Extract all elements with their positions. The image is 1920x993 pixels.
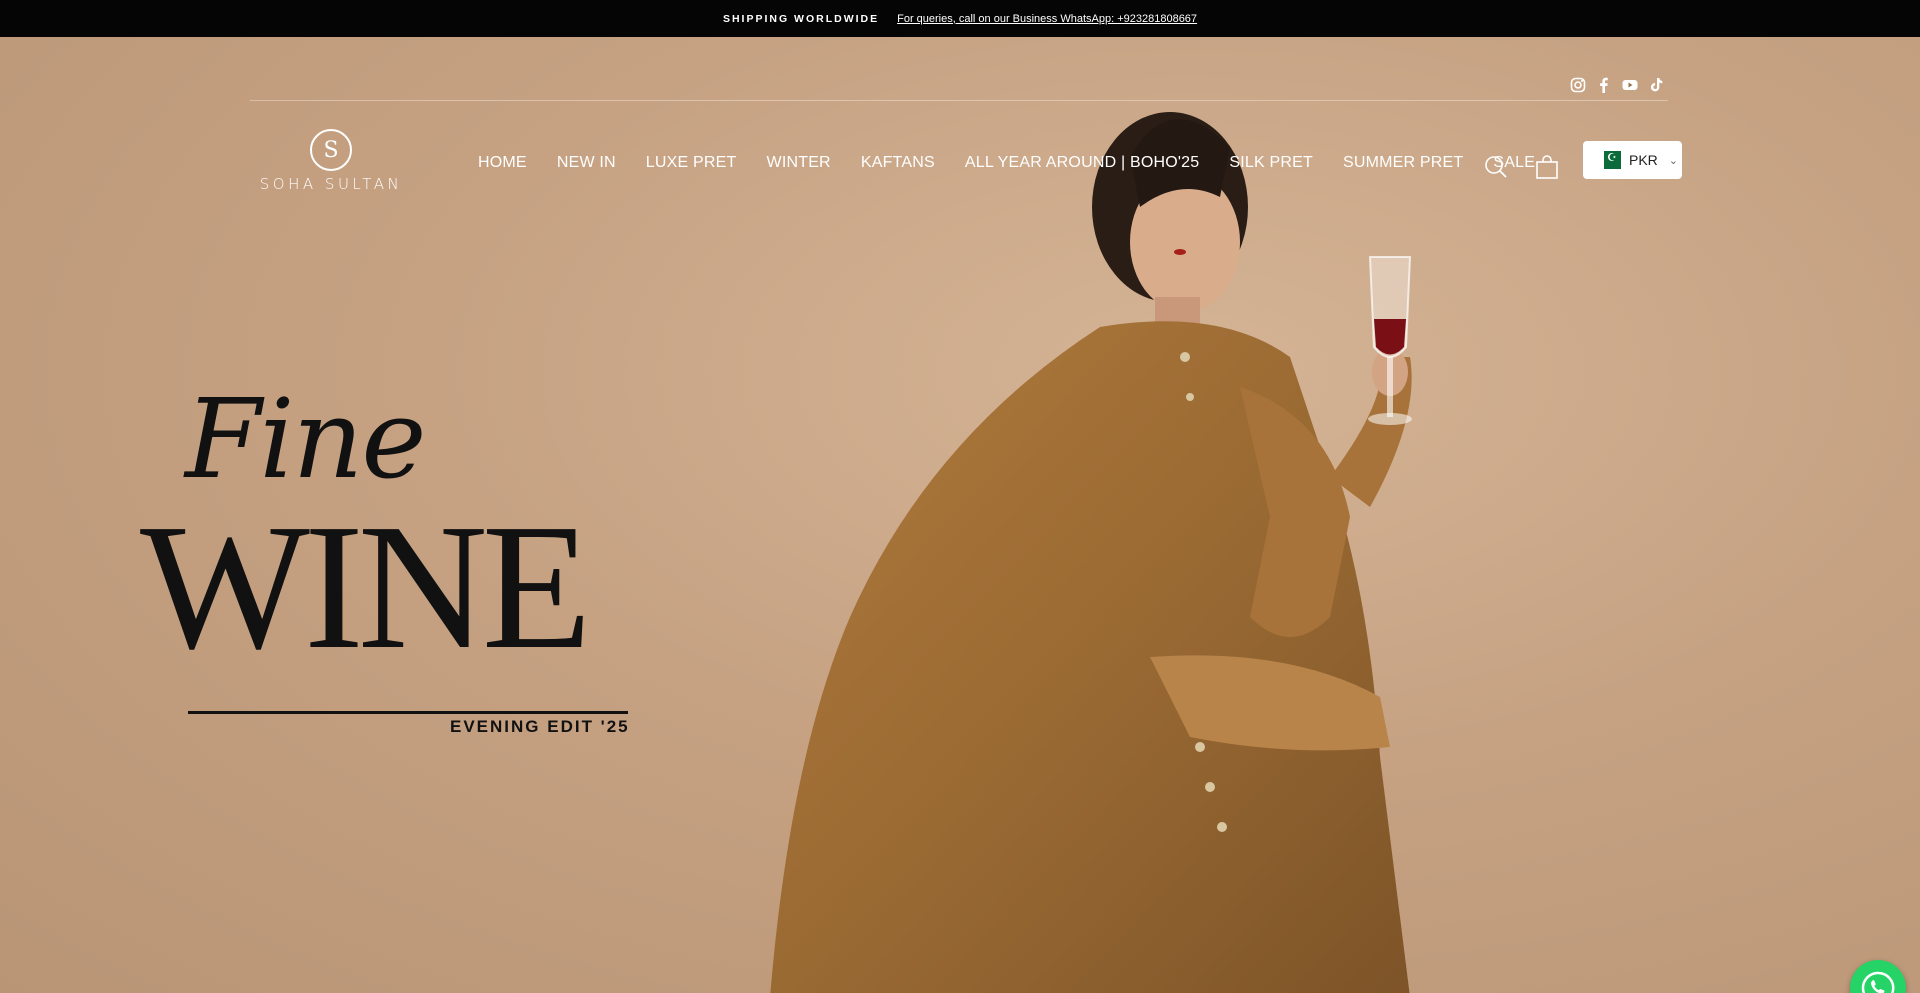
nav-item-winter[interactable]: WINTER [767, 154, 831, 172]
chevron-down-icon: ⌄ [1668, 154, 1679, 167]
model-figure-image [770, 112, 1412, 993]
currency-selector[interactable]: PKR ⌄ [1583, 141, 1682, 179]
shipping-text: SHIPPING WORLDWIDE [722, 12, 880, 25]
whatsapp-query-link[interactable]: For queries, call on our Business WhatsA… [897, 13, 1197, 25]
nav-item-kaftans[interactable]: KAFTANS [861, 154, 935, 172]
hero-wine-text: WINE [140, 487, 592, 686]
youtube-icon[interactable] [1622, 77, 1638, 93]
nav-item-all-year-around[interactable]: ALL YEAR AROUND | BOHO'25 [965, 154, 1200, 172]
announcement-bar: SHIPPING WORLDWIDE For queries, call on … [0, 0, 1920, 37]
logo-mark: S [310, 129, 352, 171]
logo-name: SOHA SULTAN [259, 175, 403, 193]
nav-item-summer-pret[interactable]: SUMMER PRET [1343, 154, 1463, 172]
hero-banner[interactable]: S SOHA SULTAN HOME NEW IN LUXE PRET WINT… [0, 37, 1920, 993]
currency-code: PKR [1629, 152, 1658, 168]
header-divider [250, 100, 1668, 101]
instagram-icon[interactable] [1570, 77, 1586, 93]
whatsapp-icon [1861, 971, 1895, 993]
hero-fine-text: Fine [185, 375, 426, 503]
nav-item-silk-pret[interactable]: SILK PRET [1229, 154, 1313, 172]
hero-rule [188, 711, 628, 714]
tiktok-icon[interactable] [1648, 77, 1664, 93]
nav-item-home[interactable]: HOME [478, 154, 527, 172]
main-nav: HOME NEW IN LUXE PRET WINTER KAFTANS ALL… [478, 154, 1535, 172]
social-links [1570, 77, 1664, 93]
search-icon[interactable] [1484, 155, 1508, 179]
hero-headline: Fine WINE EVENING EDIT '25 [140, 375, 640, 736]
nav-item-luxe-pret[interactable]: LUXE PRET [646, 154, 737, 172]
nav-item-new-in[interactable]: NEW IN [557, 154, 616, 172]
hero-edit-text: EVENING EDIT '25 [450, 717, 630, 736]
whatsapp-chat-button[interactable] [1850, 960, 1906, 993]
cart-icon[interactable] [1536, 155, 1558, 179]
facebook-icon[interactable] [1596, 77, 1612, 93]
site-logo[interactable]: S SOHA SULTAN [250, 129, 412, 199]
pakistan-flag-icon [1599, 151, 1621, 169]
